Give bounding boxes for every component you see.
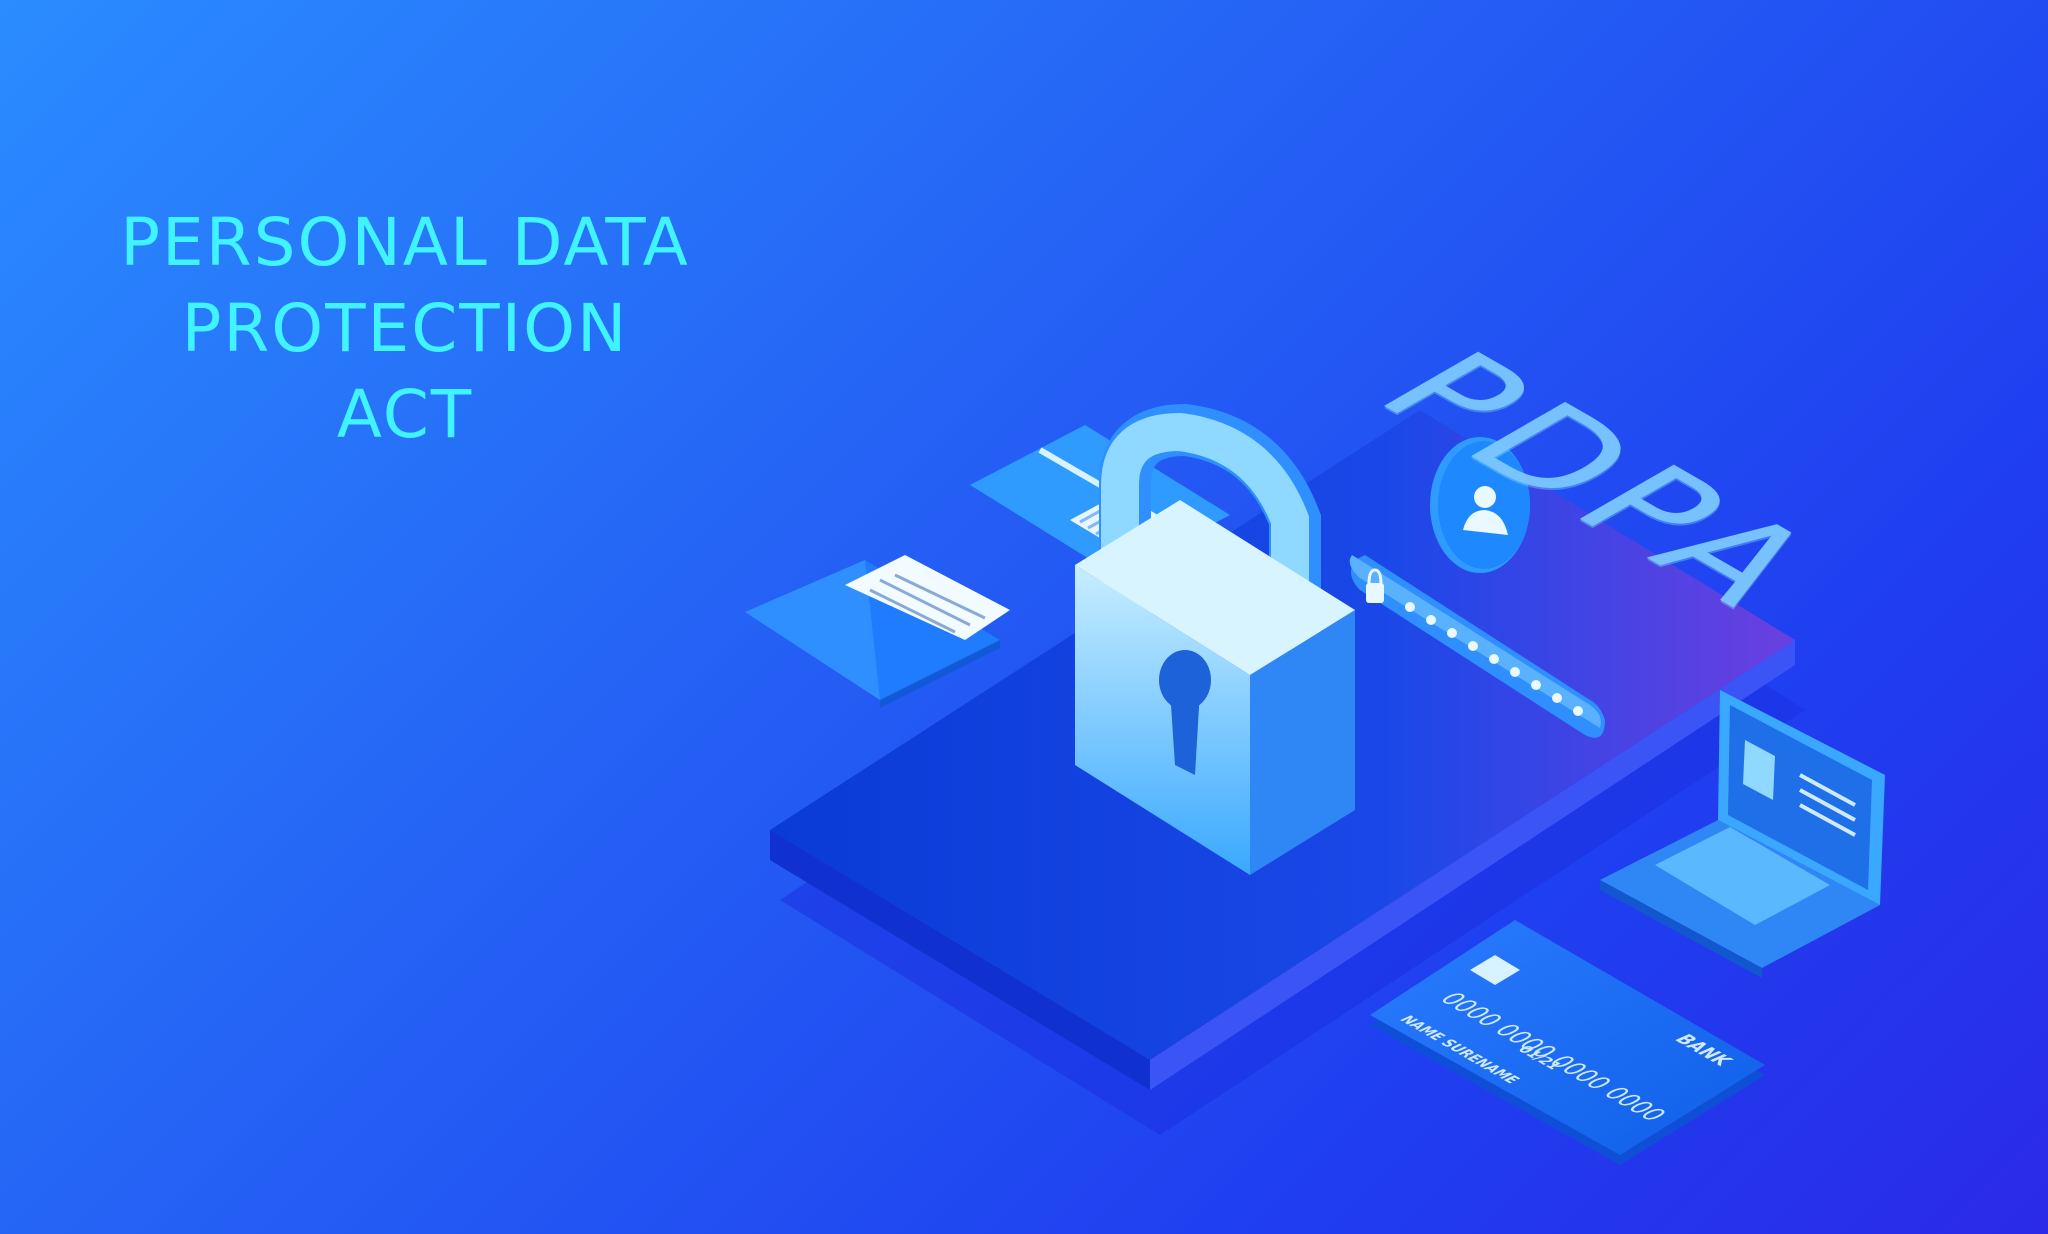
password-dot xyxy=(1489,654,1499,664)
password-dot xyxy=(1510,667,1520,677)
password-dot xyxy=(1531,680,1541,690)
isometric-scene: 0000 0000 0000 0000 NAME SURENAME 01/21 … xyxy=(745,403,1885,1165)
password-dot xyxy=(1447,628,1457,638)
password-dot xyxy=(1573,706,1583,716)
password-dot xyxy=(1405,602,1415,612)
envelope-icon xyxy=(745,555,1010,708)
password-dot xyxy=(1552,693,1562,703)
password-dot xyxy=(1468,641,1478,651)
password-dot xyxy=(1426,615,1436,625)
